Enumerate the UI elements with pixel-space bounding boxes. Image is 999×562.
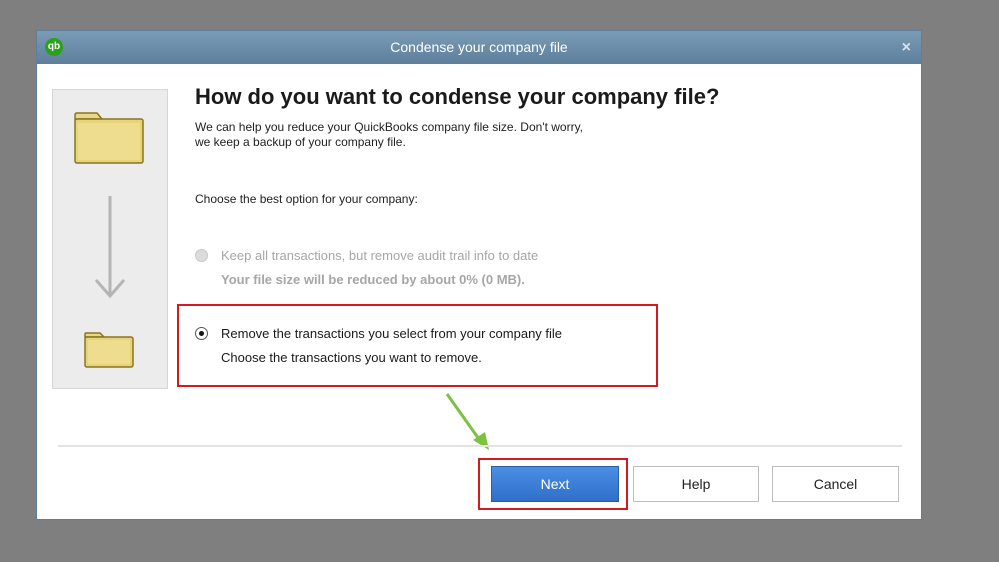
cancel-button[interactable]: Cancel: [772, 466, 899, 502]
option-description: Your file size will be reduced by about …: [221, 272, 525, 287]
choose-label: Choose the best option for your company:: [195, 192, 418, 206]
help-button[interactable]: Help: [633, 466, 759, 502]
title-bar[interactable]: qb Condense your company file ×: [37, 31, 921, 64]
next-button[interactable]: Next: [491, 466, 619, 502]
option-highlight-box: [177, 304, 658, 387]
folder-icon: [74, 112, 144, 164]
dialog-title: Condense your company file: [390, 39, 568, 55]
folder-icon: [84, 332, 134, 368]
option-label: Keep all transactions, but remove audit …: [221, 248, 539, 263]
radio-icon: [195, 249, 208, 262]
intro-line-1: We can help you reduce your QuickBooks c…: [195, 120, 584, 134]
illustration-panel: [52, 89, 168, 389]
close-icon[interactable]: ×: [902, 31, 911, 64]
condense-dialog: qb Condense your company file × How do y…: [36, 30, 922, 520]
intro-text: We can help you reduce your QuickBooks c…: [195, 120, 583, 150]
annotation-arrow-icon: [445, 393, 489, 450]
footer-divider: [58, 445, 902, 447]
intro-line-2: we keep a backup of your company file.: [195, 135, 406, 149]
arrow-down-icon: [94, 196, 126, 299]
page-heading: How do you want to condense your company…: [195, 84, 720, 109]
